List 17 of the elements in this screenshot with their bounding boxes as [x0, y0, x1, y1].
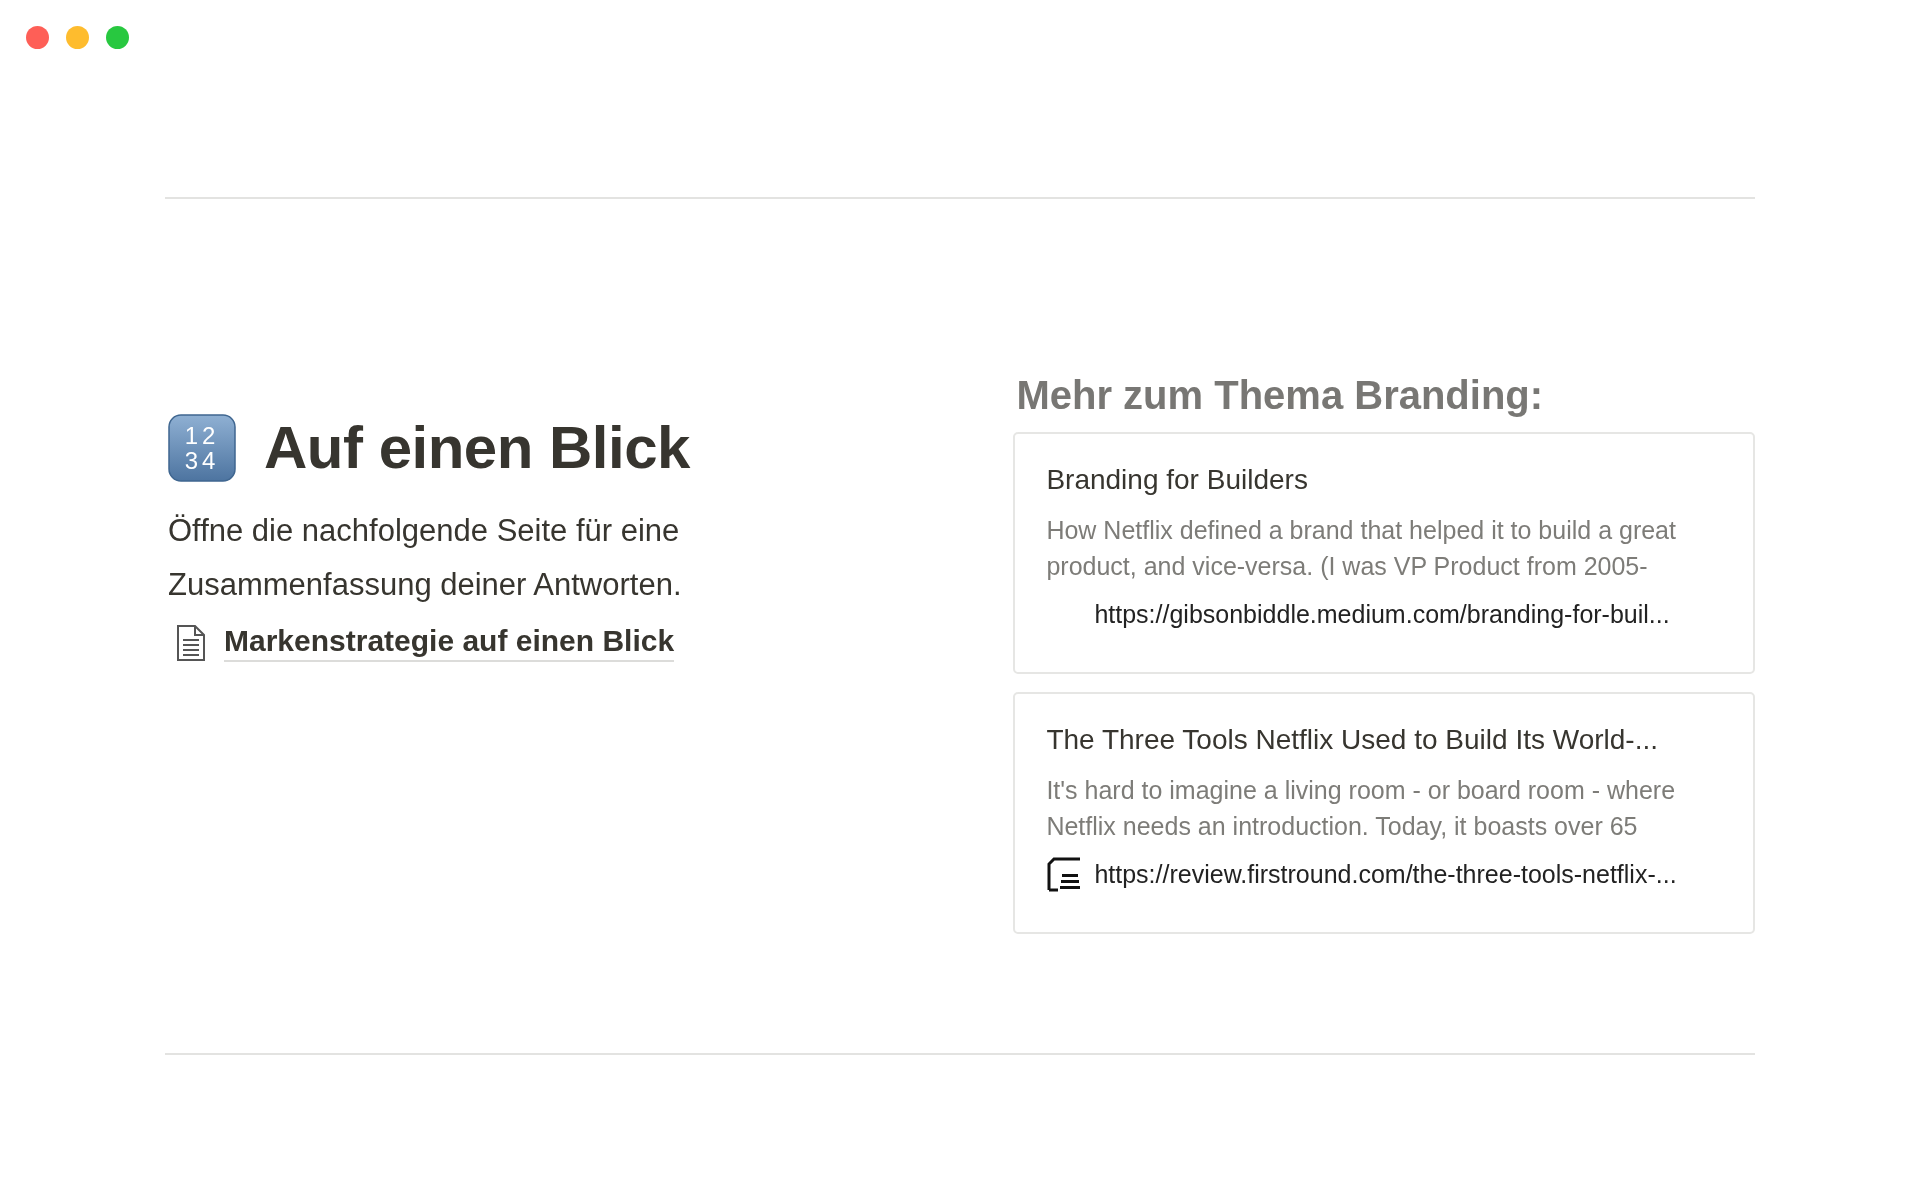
bookmark-description: It's hard to imagine a living room - or board room - where Netflix needs an introduction. Today, it boasts over 65	[1046, 775, 1677, 842]
bookmark-card[interactable]	[1013, 692, 1755, 934]
window-control-button[interactable]	[66, 26, 89, 49]
window-control-button[interactable]	[26, 26, 49, 49]
intro-text: Öffne die nachfolgende Seite für eine Zusammenfassung deiner Antworten.	[168, 512, 683, 604]
bookmark-title: The Three Tools Netflix Used to Build Its World-...	[1046, 724, 1659, 756]
bookmark-url: https://gibsonbiddle.medium.com/branding-for-buil...	[1094, 599, 1670, 629]
numbers-icon: 12 34	[168, 413, 236, 482]
bookmark-card[interactable]: Branding for Builders How Netflix defined a brand that helped it to build a great product, and vice-versa. (I was VP Product from 2005- https://gibsonbiddle.medium.com/branding-for-buil...	[1013, 432, 1755, 674]
page-link[interactable]: Markenstrategie auf einen Blick	[224, 624, 675, 662]
bookmark-title: Branding for Builders	[1046, 464, 1309, 496]
page-title: Auf einen Blick	[264, 413, 690, 482]
document-icon	[176, 624, 206, 662]
bookmark-description: How Netflix defined a brand that helped it to build a great product, and vice-versa. (I was VP Product from 2005-	[1046, 515, 1677, 582]
section-heading: Mehr zum Thema Branding:	[1016, 373, 1545, 418]
window-control-button[interactable]	[106, 26, 129, 49]
bookmark-url: https://review.firstround.com/the-three-tools-netflix-...	[1094, 859, 1677, 889]
